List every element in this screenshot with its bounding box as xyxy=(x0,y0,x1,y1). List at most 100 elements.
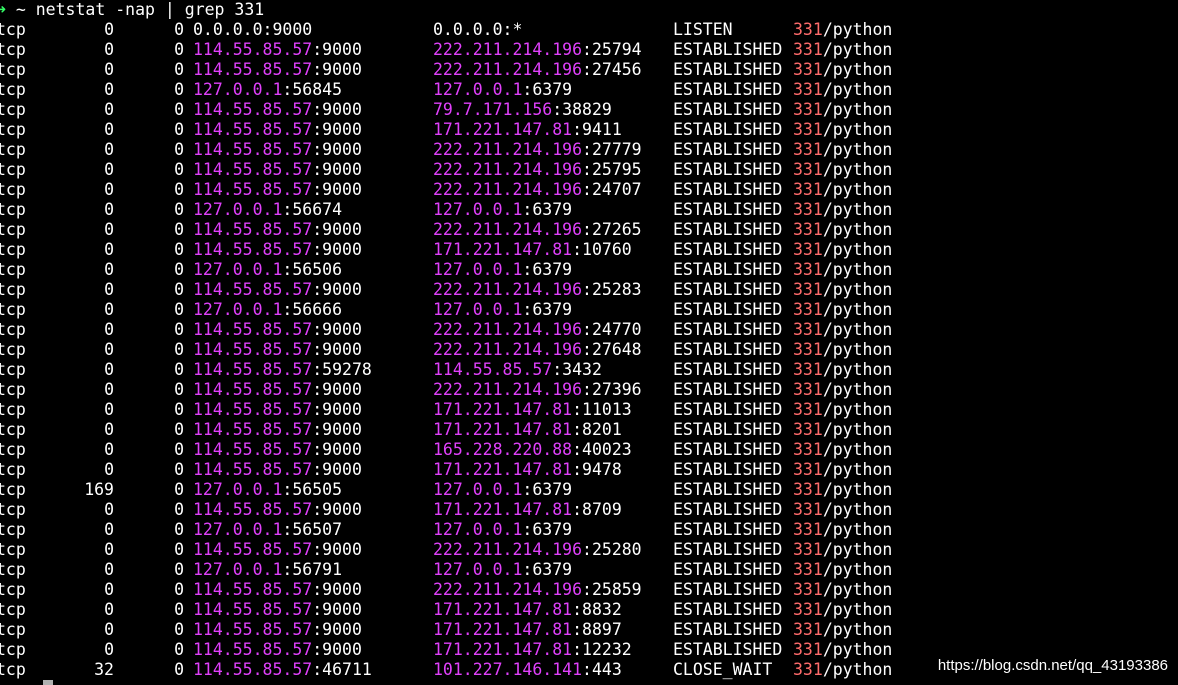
proto-cell: tcp xyxy=(0,500,26,519)
proto-cell: tcp xyxy=(0,620,26,639)
send-q-cell: 0 xyxy=(174,140,184,159)
foreign-address-cell: 127.0.0.1:6379 xyxy=(433,80,572,100)
local-ip: 0.0.0.0 xyxy=(193,20,263,39)
state-cell: ESTABLISHED xyxy=(673,380,783,399)
local-address-cell: 114.55.85.57:9000 xyxy=(193,40,362,60)
program-name: /python xyxy=(822,360,893,379)
pid-program-cell: 331/python xyxy=(793,100,892,120)
local-ip: 127.0.0.1 xyxy=(193,520,283,539)
local-port: :9000 xyxy=(312,240,362,259)
terminal-window[interactable]: ➜ ~ netstat -nap | grep 331 tcp 0 0 0.0.0.0… xyxy=(0,0,1178,685)
send-q-cell: 0 xyxy=(174,220,184,239)
foreign-address-cell: 171.221.147.81:9411 xyxy=(433,120,622,140)
pid-number: 331 xyxy=(793,300,823,319)
send-q-cell: 0 xyxy=(174,520,184,539)
send-q-cell: 0 xyxy=(174,420,184,439)
pid-number: 331 xyxy=(793,600,823,619)
recv-q-cell: 0 xyxy=(104,300,114,319)
recv-q-cell: 0 xyxy=(104,420,114,439)
program-name: /python xyxy=(822,240,893,259)
local-address-cell: 114.55.85.57:9000 xyxy=(193,220,362,240)
recv-q-cell: 0 xyxy=(104,440,114,459)
program-name: /python xyxy=(822,180,893,199)
state-cell: ESTABLISHED xyxy=(673,560,783,579)
foreign-ip: 127.0.0.1 xyxy=(433,80,523,99)
proto-cell: tcp xyxy=(0,200,26,219)
recv-q-cell: 0 xyxy=(104,220,114,239)
foreign-ip: 127.0.0.1 xyxy=(433,480,523,499)
local-address-cell: 114.55.85.57:9000 xyxy=(193,340,362,360)
prompt-cwd: ~ xyxy=(15,0,26,19)
program-name: /python xyxy=(822,100,893,119)
foreign-ip: 127.0.0.1 xyxy=(433,260,523,279)
foreign-ip: 222.211.214.196 xyxy=(433,160,583,179)
recv-q-cell: 0 xyxy=(104,340,114,359)
pid-program-cell: 331/python xyxy=(793,300,892,320)
send-q-cell: 0 xyxy=(174,620,184,639)
foreign-port: :8709 xyxy=(572,500,622,519)
proto-cell: tcp xyxy=(0,140,26,159)
local-port: :56505 xyxy=(282,480,343,499)
pid-number: 331 xyxy=(793,120,823,139)
local-address-cell: 114.55.85.57:9000 xyxy=(193,320,362,340)
local-address-cell: 114.55.85.57:9000 xyxy=(193,540,362,560)
local-ip: 114.55.85.57 xyxy=(193,60,313,79)
foreign-port: :10760 xyxy=(572,240,632,259)
state-cell: ESTABLISHED xyxy=(673,200,783,219)
pid-number: 331 xyxy=(793,280,823,299)
pid-number: 331 xyxy=(793,200,823,219)
pid-program-cell: 331/python xyxy=(793,240,892,260)
local-ip: 127.0.0.1 xyxy=(193,260,283,279)
local-address-cell: 114.55.85.57:9000 xyxy=(193,460,362,480)
proto-cell: tcp xyxy=(0,300,26,319)
pid-number: 331 xyxy=(793,520,823,539)
local-address-cell: 114.55.85.57:59278 xyxy=(193,360,372,380)
foreign-ip: 222.211.214.196 xyxy=(433,580,583,599)
local-ip: 127.0.0.1 xyxy=(193,480,283,499)
program-name: /python xyxy=(822,120,893,139)
foreign-port: :38829 xyxy=(552,100,612,119)
recv-q-cell: 0 xyxy=(104,180,114,199)
foreign-address-cell: 222.211.214.196:27456 xyxy=(433,60,642,80)
foreign-ip: 171.221.147.81 xyxy=(433,400,573,419)
pid-program-cell: 331/python xyxy=(793,580,892,600)
foreign-port: :24770 xyxy=(582,320,642,339)
local-ip: 114.55.85.57 xyxy=(193,120,313,139)
recv-q-cell: 0 xyxy=(104,520,114,539)
send-q-cell: 0 xyxy=(174,260,184,279)
foreign-ip: 222.211.214.196 xyxy=(433,220,583,239)
state-cell: ESTABLISHED xyxy=(673,60,783,79)
foreign-port: :25859 xyxy=(582,580,642,599)
pid-number: 331 xyxy=(793,580,823,599)
local-address-cell: 127.0.0.1:56674 xyxy=(193,200,342,220)
local-ip: 114.55.85.57 xyxy=(193,540,313,559)
recv-q-cell: 0 xyxy=(104,640,114,659)
local-ip: 114.55.85.57 xyxy=(193,640,313,659)
proto-cell: tcp xyxy=(0,260,26,279)
local-ip: 127.0.0.1 xyxy=(193,300,283,319)
state-cell: CLOSE_WAIT xyxy=(673,660,773,679)
program-name: /python xyxy=(822,60,893,79)
foreign-address-cell: 171.221.147.81:8201 xyxy=(433,420,622,440)
foreign-port: :6379 xyxy=(522,520,573,539)
local-port: :9000 xyxy=(312,180,362,199)
local-ip: 127.0.0.1 xyxy=(193,80,283,99)
pid-program-cell: 331/python xyxy=(793,340,892,360)
program-name: /python xyxy=(822,320,893,339)
foreign-address-cell: 222.211.214.196:24770 xyxy=(433,320,642,340)
recv-q-cell: 169 xyxy=(84,480,114,499)
local-address-cell: 114.55.85.57:9000 xyxy=(193,420,362,440)
recv-q-cell: 0 xyxy=(104,40,114,59)
proto-cell: tcp xyxy=(0,600,26,619)
local-address-cell: 0.0.0.0:9000 xyxy=(193,20,312,40)
recv-q-cell: 0 xyxy=(104,400,114,419)
program-name: /python xyxy=(822,260,893,279)
local-port: :9000 xyxy=(312,440,362,459)
proto-cell: tcp xyxy=(0,280,26,299)
pid-program-cell: 331/python xyxy=(793,480,892,500)
state-cell: ESTABLISHED xyxy=(673,160,783,179)
local-address-cell: 114.55.85.57:9000 xyxy=(193,140,362,160)
pid-number: 331 xyxy=(793,480,823,499)
foreign-address-cell: 171.221.147.81:12232 xyxy=(433,640,632,660)
local-ip: 114.55.85.57 xyxy=(193,280,313,299)
